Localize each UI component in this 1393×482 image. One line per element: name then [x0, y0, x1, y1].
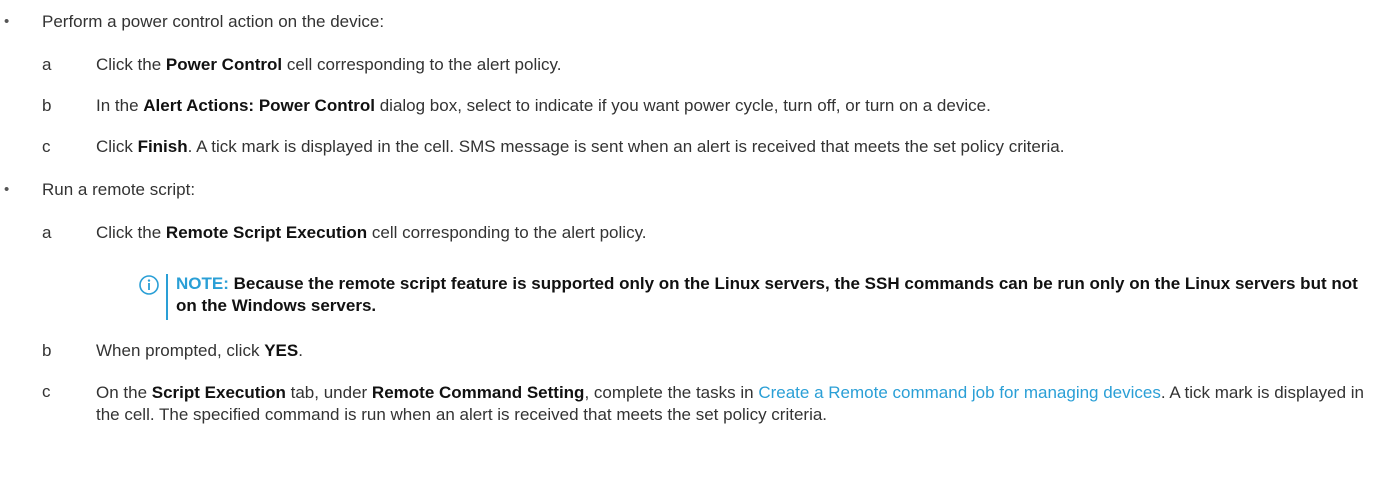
note-divider	[166, 274, 168, 320]
step-text-pre: Click the	[96, 55, 166, 74]
bullet-power-control: • Perform a power control action on the …	[0, 12, 384, 32]
bullet-symbol: •	[4, 181, 10, 198]
step-script-b: b When prompted, click YES.	[42, 341, 1386, 361]
step-text-mid: tab, under	[285, 383, 372, 402]
step-power-b: b In the Alert Actions: Power Control di…	[42, 96, 1386, 116]
step-power-c: c Click Finish. A tick mark is displayed…	[42, 137, 1386, 157]
note-text: NOTE: Because the remote script feature …	[176, 273, 1376, 317]
ui-term-finish: Finish	[137, 137, 188, 156]
note-body: Because the remote script feature is sup…	[176, 274, 1358, 315]
link-create-remote-command-job[interactable]: Create a Remote command job for managing…	[758, 383, 1161, 402]
step-text: Click the Power Control cell correspondi…	[96, 55, 1386, 75]
step-text-post: . A tick mark is displayed in the cell. …	[187, 137, 1065, 156]
step-letter: c	[42, 137, 51, 156]
step-letter: b	[42, 96, 52, 115]
bullet-symbol: •	[4, 13, 10, 30]
step-script-c: c On the Script Execution tab, under Rem…	[42, 382, 1386, 426]
step-text-post: cell corresponding to the alert policy.	[282, 55, 562, 74]
step-text: In the Alert Actions: Power Control dial…	[96, 96, 1386, 116]
bullet-text: Run a remote script:	[42, 180, 196, 199]
ui-term-alert-actions: Alert Actions: Power Control	[143, 96, 375, 115]
step-letter: a	[42, 223, 52, 242]
step-text: On the Script Execution tab, under Remot…	[96, 382, 1386, 426]
step-letter: c	[42, 382, 51, 401]
ui-term-script-execution: Script Execution	[151, 383, 286, 402]
step-text-post: .	[298, 341, 303, 360]
step-text-post: dialog box, select to indicate if you wa…	[374, 96, 991, 115]
ui-term-yes: YES	[264, 341, 299, 360]
step-text-mid: , complete the tasks in	[584, 383, 759, 402]
bullet-text: Perform a power control action on the de…	[42, 12, 385, 31]
step-text: When prompted, click YES.	[96, 341, 1386, 361]
step-text: Click Finish. A tick mark is displayed i…	[96, 137, 1386, 157]
step-letter: b	[42, 341, 52, 360]
step-text-pre: In the	[96, 96, 144, 115]
ui-term-power-control: Power Control	[165, 55, 283, 74]
note-label: NOTE:	[176, 274, 229, 293]
bullet-remote-script: • Run a remote script:	[0, 180, 195, 200]
ui-term-remote-command-setting: Remote Command Setting	[371, 383, 585, 402]
step-text-pre: When prompted, click	[96, 341, 265, 360]
info-icon	[139, 275, 159, 295]
step-letter: a	[42, 55, 52, 74]
step-text-pre: Click the	[96, 223, 166, 242]
ui-term-remote-script-execution: Remote Script Execution	[165, 223, 368, 242]
step-script-a: a Click the Remote Script Execution cell…	[42, 223, 1386, 243]
step-power-a: a Click the Power Control cell correspon…	[42, 55, 1386, 75]
step-text-pre: On the	[96, 383, 152, 402]
step-text: Click the Remote Script Execution cell c…	[96, 223, 1386, 243]
step-text-post: cell corresponding to the alert policy.	[367, 223, 647, 242]
step-text-pre: Click	[96, 137, 138, 156]
note-callout: NOTE: Because the remote script feature …	[138, 273, 1376, 320]
